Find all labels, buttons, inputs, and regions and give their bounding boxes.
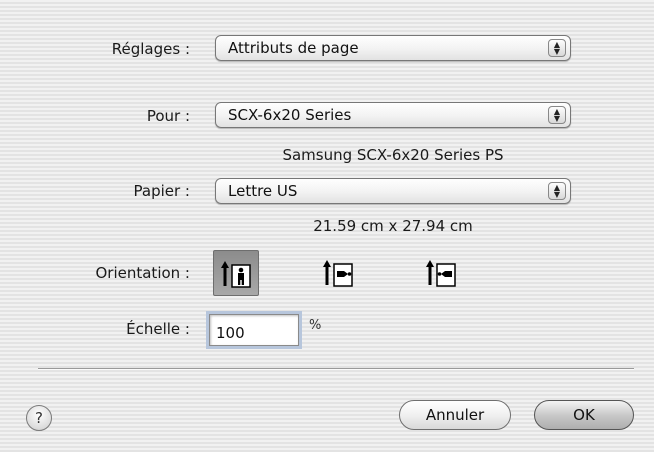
popup-arrows-icon: ▲ ▼ — [548, 106, 566, 124]
settings-popup-value: Attributs de page — [228, 39, 359, 57]
orientation-label: Orientation : — [95, 264, 190, 282]
orientation-landscape-left-button[interactable] — [316, 250, 362, 296]
printer-description: Samsung SCX-6x20 Series PS — [282, 146, 504, 164]
settings-popup[interactable]: Attributs de page ▲ ▼ — [215, 35, 571, 61]
help-icon: ? — [35, 409, 43, 427]
paper-popup[interactable]: Lettre US ▲ ▼ — [215, 178, 571, 204]
settings-label: Réglages : — [111, 40, 190, 58]
printer-label: Pour : — [146, 107, 190, 125]
cancel-button[interactable]: Annuler — [399, 400, 511, 430]
paper-popup-value: Lettre US — [228, 182, 298, 200]
printer-popup[interactable]: SCX-6x20 Series ▲ ▼ — [215, 102, 571, 128]
printer-popup-value: SCX-6x20 Series — [228, 106, 352, 124]
scale-label: Échelle : — [126, 320, 190, 338]
portrait-orientation-icon — [221, 261, 251, 288]
popup-arrows-icon: ▲ ▼ — [548, 39, 566, 57]
scale-unit: % — [309, 318, 322, 333]
orientation-portrait-button[interactable] — [213, 250, 259, 296]
paper-dimensions: 21.59 cm x 27.94 cm — [313, 217, 473, 235]
landscape-left-orientation-icon — [323, 260, 353, 287]
ok-button[interactable]: OK — [534, 400, 634, 430]
scale-input[interactable] — [209, 314, 299, 346]
landscape-right-orientation-icon — [426, 260, 456, 287]
popup-arrows-icon: ▲ ▼ — [548, 182, 566, 200]
help-button[interactable]: ? — [26, 405, 52, 431]
orientation-landscape-right-button[interactable] — [419, 250, 465, 296]
divider — [38, 368, 634, 370]
paper-label: Papier : — [133, 182, 190, 200]
